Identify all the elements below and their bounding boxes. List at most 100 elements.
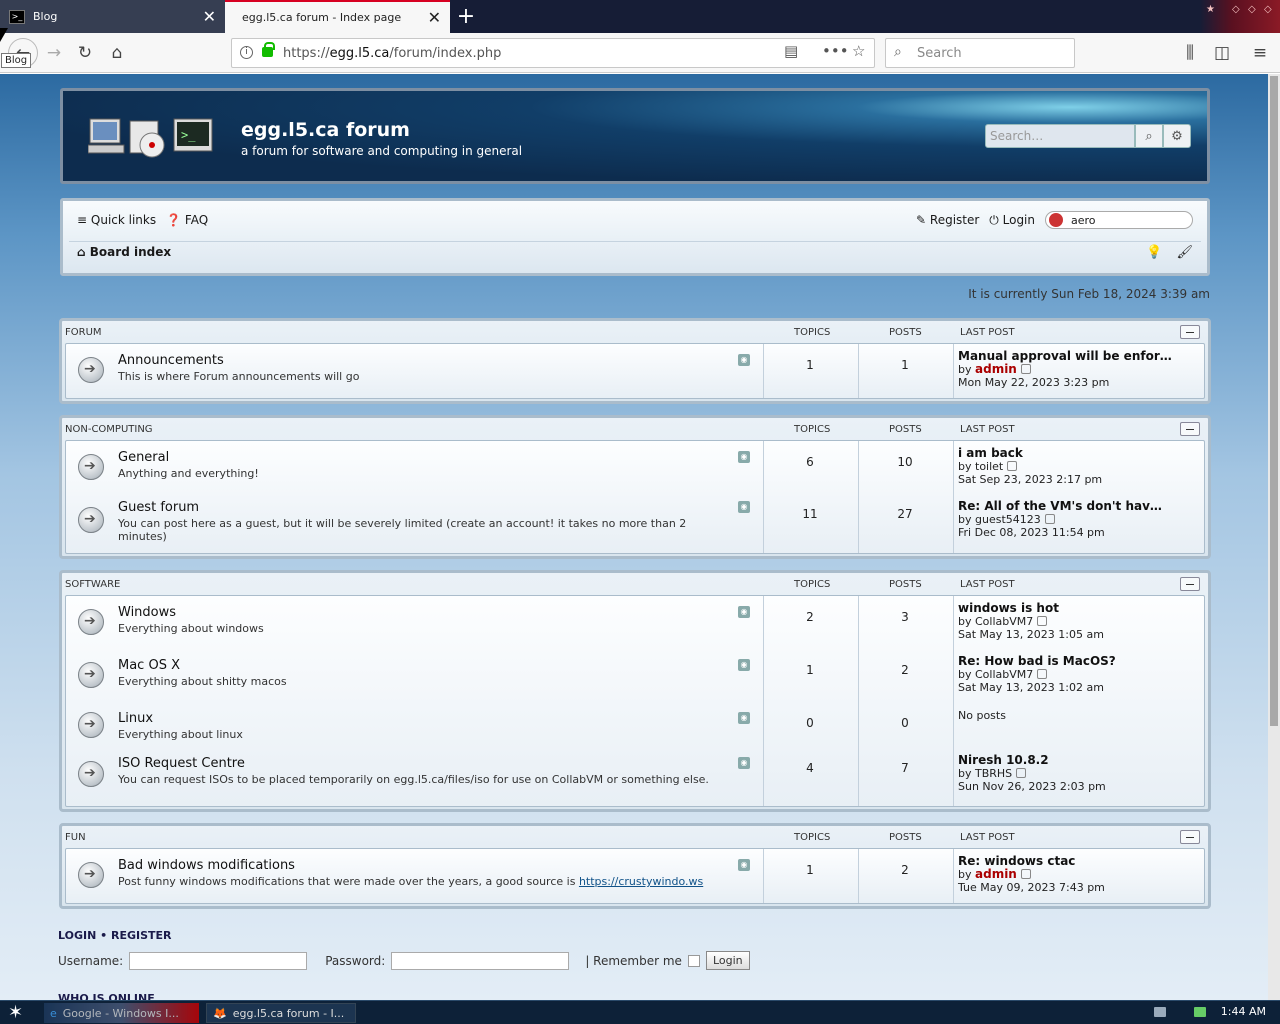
forum-name[interactable]: Bad windows modifications	[118, 858, 295, 873]
last-post-title[interactable]: Re: All of the VM's don't hav…	[958, 500, 1162, 513]
forum-name[interactable]: Windows	[118, 605, 176, 620]
lightbulb-icon[interactable]: 💡	[1146, 245, 1162, 260]
collapse-button[interactable]	[1180, 577, 1200, 591]
category-title[interactable]: SOFTWARE	[65, 579, 120, 590]
scrollbar-thumb[interactable]	[1270, 76, 1278, 726]
rss-icon[interactable]: ◉	[738, 712, 750, 724]
bookmark-star-icon[interactable]: ☆	[852, 42, 865, 60]
close-window-icon[interactable]: ◇	[1264, 4, 1272, 15]
keyboard-icon[interactable]	[1154, 1007, 1166, 1017]
reload-button[interactable]: ↻	[71, 39, 99, 67]
forum-description: Everything about windows	[118, 622, 264, 635]
close-tab-icon[interactable]: ✕	[203, 8, 216, 25]
mouse-cursor-icon	[0, 28, 8, 42]
view-post-icon[interactable]	[1020, 364, 1031, 374]
faq-link[interactable]: ❓ FAQ	[166, 213, 208, 227]
rss-icon[interactable]: ◉	[738, 659, 750, 671]
description-link[interactable]: https://crustywindo.ws	[579, 875, 703, 888]
view-post-icon[interactable]	[1007, 461, 1018, 471]
sidebar-icon[interactable]: ◫	[1208, 39, 1236, 67]
last-post-title[interactable]: Re: How bad is MacOS?	[958, 655, 1116, 668]
view-post-icon[interactable]	[1037, 669, 1048, 679]
col-posts: POSTS	[889, 327, 922, 338]
forum-name[interactable]: General	[118, 450, 169, 465]
view-post-icon[interactable]	[1020, 869, 1031, 879]
last-post-author[interactable]: guest54123	[975, 513, 1041, 526]
last-post-title[interactable]: windows is hot	[958, 602, 1104, 615]
last-post-title[interactable]: Niresh 10.8.2	[958, 754, 1106, 767]
forum-name[interactable]: Mac OS X	[118, 658, 180, 673]
last-post-author[interactable]: toilet	[975, 460, 1003, 473]
category-title[interactable]: FUN	[65, 832, 86, 843]
forum-name[interactable]: Announcements	[118, 353, 224, 368]
menu-icon[interactable]: ≡	[1246, 39, 1274, 67]
rss-icon[interactable]: ◉	[738, 354, 750, 366]
info-icon[interactable]: i	[240, 46, 253, 59]
last-post-author[interactable]: admin	[975, 362, 1017, 376]
tab-title: Blog	[33, 10, 58, 23]
forward-button[interactable]: →	[40, 39, 68, 67]
rss-icon[interactable]: ◉	[738, 501, 750, 513]
last-post-author[interactable]: TBRHS	[975, 767, 1012, 780]
last-post-author[interactable]: CollabVM7	[975, 668, 1033, 681]
quick-links[interactable]: ≡ Quick links	[77, 213, 156, 227]
library-icon[interactable]: ⫼	[1176, 39, 1204, 67]
last-post-author[interactable]: CollabVM7	[975, 615, 1033, 628]
tab-blog[interactable]: >_ Blog ✕	[0, 0, 225, 33]
rss-icon[interactable]: ◉	[738, 757, 750, 769]
remember-checkbox[interactable]	[687, 954, 700, 967]
network-icon[interactable]	[1194, 1007, 1206, 1017]
current-time: It is currently Sun Feb 18, 2024 3:39 am	[968, 287, 1210, 301]
new-tab-button[interactable]: +	[452, 3, 480, 29]
header-search-input[interactable]: Search…	[985, 124, 1135, 148]
view-post-icon[interactable]	[1037, 616, 1048, 626]
category-title[interactable]: FORUM	[65, 327, 102, 338]
register-heading-link[interactable]: REGISTER	[111, 929, 172, 942]
register-link[interactable]: ✎ Register	[916, 213, 979, 227]
login-link[interactable]: ⏻ Login	[989, 213, 1035, 228]
search-button[interactable]: ⌕	[1135, 124, 1163, 148]
site-logo[interactable]: >_	[88, 115, 216, 163]
category-title[interactable]: NON-COMPUTING	[65, 424, 153, 435]
login-button[interactable]: Login	[705, 951, 750, 970]
maximize-icon[interactable]: ◇	[1248, 4, 1256, 15]
collapse-button[interactable]	[1180, 325, 1200, 339]
brush-icon[interactable]: 🖌	[1176, 245, 1193, 260]
forum-name[interactable]: Linux	[118, 711, 153, 726]
last-post-title[interactable]: i am back	[958, 447, 1102, 460]
advanced-search-button[interactable]: ⚙	[1163, 124, 1191, 148]
clock[interactable]: 1:44 AM	[1221, 1005, 1266, 1018]
rss-icon[interactable]: ◉	[738, 606, 750, 618]
tab-forum[interactable]: egg.l5.ca forum - Index page ✕	[225, 0, 450, 33]
collapse-button[interactable]	[1180, 422, 1200, 436]
site-name[interactable]: egg.l5.ca forum	[241, 119, 410, 141]
url-bar[interactable]: i https://egg.l5.ca/forum/index.php ▤ ••…	[231, 38, 875, 68]
view-post-icon[interactable]	[1016, 768, 1027, 778]
login-heading-link[interactable]: LOGIN	[58, 929, 96, 942]
page-scrollbar[interactable]	[1268, 74, 1280, 1000]
last-post-author[interactable]: admin	[975, 867, 1017, 881]
close-tab-icon[interactable]: ✕	[428, 9, 441, 26]
who-is-online-heading[interactable]: WHO IS ONLINE	[58, 992, 155, 1000]
style-selector[interactable]: aero	[1045, 211, 1193, 229]
home-button[interactable]: ⌂	[103, 39, 131, 67]
collapse-button[interactable]	[1180, 830, 1200, 844]
browser-search-field[interactable]: ⌕ Search	[885, 38, 1075, 68]
rss-icon[interactable]: ◉	[738, 451, 750, 463]
forum-name[interactable]: Guest forum	[118, 500, 199, 515]
navbar-panel: ≡ Quick links ❓ FAQ ✎ Register ⏻ Login a…	[60, 198, 1210, 276]
minimize-icon[interactable]: ◇	[1232, 4, 1240, 15]
taskbar-item[interactable]: e Google - Windows I...	[44, 1003, 199, 1023]
reader-view-icon[interactable]: ▤	[784, 42, 798, 60]
breadcrumb[interactable]: ⌂ Board index	[77, 245, 171, 259]
forum-name[interactable]: ISO Request Centre	[118, 756, 245, 771]
last-post: i am back by toilet Sat Sep 23, 2023 2:1…	[958, 446, 1103, 487]
more-actions-icon[interactable]: •••	[822, 42, 849, 60]
rss-icon[interactable]: ◉	[738, 859, 750, 871]
password-field[interactable]	[391, 951, 570, 970]
username-field[interactable]	[129, 951, 308, 970]
view-post-icon[interactable]	[1044, 514, 1055, 524]
start-button[interactable]: ✶	[8, 1002, 23, 1023]
taskbar-item[interactable]: 🦊 egg.l5.ca forum - I...	[206, 1003, 356, 1023]
lock-icon[interactable]	[262, 42, 275, 57]
